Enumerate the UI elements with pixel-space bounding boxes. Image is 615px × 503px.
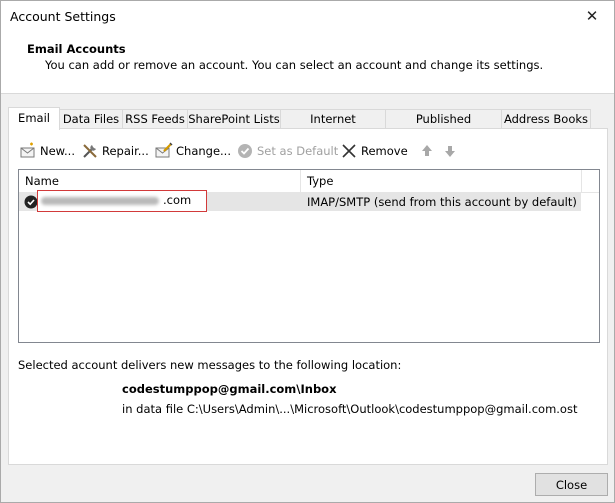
email-domain-suffix: .com: [163, 193, 192, 207]
repair-label: Repair...: [102, 144, 149, 158]
change-label: Change...: [176, 144, 231, 158]
column-header-type[interactable]: Type: [301, 170, 582, 192]
new-label: New...: [40, 144, 75, 158]
move-down-button[interactable]: [441, 141, 462, 161]
email-tab-panel: New... Repair... Change... Set as Defaul…: [8, 128, 608, 465]
column-type-label: Type: [307, 174, 334, 188]
default-account-check-icon: [24, 195, 38, 209]
change-button[interactable]: Change...: [155, 141, 231, 161]
redacted-email-highlight: .com: [37, 190, 207, 212]
section-description: You can add or remove an account. You ca…: [45, 58, 544, 72]
checkmark-circle-icon: [238, 144, 252, 158]
account-row[interactable]: .com IMAP/SMTP (send from this account b…: [19, 190, 581, 212]
delivery-folder: codestumppop@gmail.com\Inbox: [122, 382, 337, 396]
account-settings-dialog: Account Settings ✕ Email Accounts You ca…: [0, 0, 615, 503]
remove-x-icon: [342, 144, 356, 158]
tab-data-files[interactable]: Data Files: [59, 109, 123, 129]
column-header-name[interactable]: Name: [19, 170, 301, 192]
blurred-email-address: [41, 197, 159, 205]
move-up-button[interactable]: [418, 141, 439, 161]
remove-button[interactable]: Remove: [340, 141, 408, 161]
arrow-up-icon: [422, 145, 432, 156]
close-button[interactable]: Close: [535, 473, 608, 496]
tab-internet-calendars[interactable]: Internet Calendars: [280, 109, 386, 145]
new-button[interactable]: New...: [19, 141, 75, 161]
new-account-icon: [20, 142, 35, 158]
remove-label: Remove: [361, 144, 408, 158]
close-icon[interactable]: ✕: [570, 1, 614, 31]
tab-sharepoint-lists[interactable]: SharePoint Lists: [187, 109, 281, 129]
arrow-down-icon: [445, 146, 455, 157]
account-list[interactable]: Name Type .com IMAP/SMTP (send from this…: [18, 169, 600, 343]
change-account-icon: [155, 142, 173, 158]
title-bar: Account Settings ✕: [1, 1, 614, 31]
section-title: Email Accounts: [27, 42, 126, 56]
tab-rss-feeds[interactable]: RSS Feeds: [122, 109, 188, 129]
tab-address-books[interactable]: Address Books: [501, 109, 591, 129]
repair-button[interactable]: Repair...: [81, 141, 149, 161]
delivery-location-label: Selected account delivers new messages t…: [18, 358, 402, 372]
window-title: Account Settings: [10, 9, 116, 24]
tab-published-calendars[interactable]: Published Calendars: [385, 109, 502, 145]
header-section: Email Accounts You can add or remove an …: [1, 31, 614, 94]
account-type: IMAP/SMTP (send from this account by def…: [307, 195, 577, 209]
set-as-default-button[interactable]: Set as Default: [236, 141, 338, 161]
tab-email[interactable]: Email: [8, 107, 60, 130]
column-name-label: Name: [25, 174, 59, 188]
set-as-default-label: Set as Default: [257, 144, 339, 158]
delivery-data-file: in data file C:\Users\Admin\...\Microsof…: [122, 402, 578, 416]
repair-tools-icon: [83, 144, 97, 158]
